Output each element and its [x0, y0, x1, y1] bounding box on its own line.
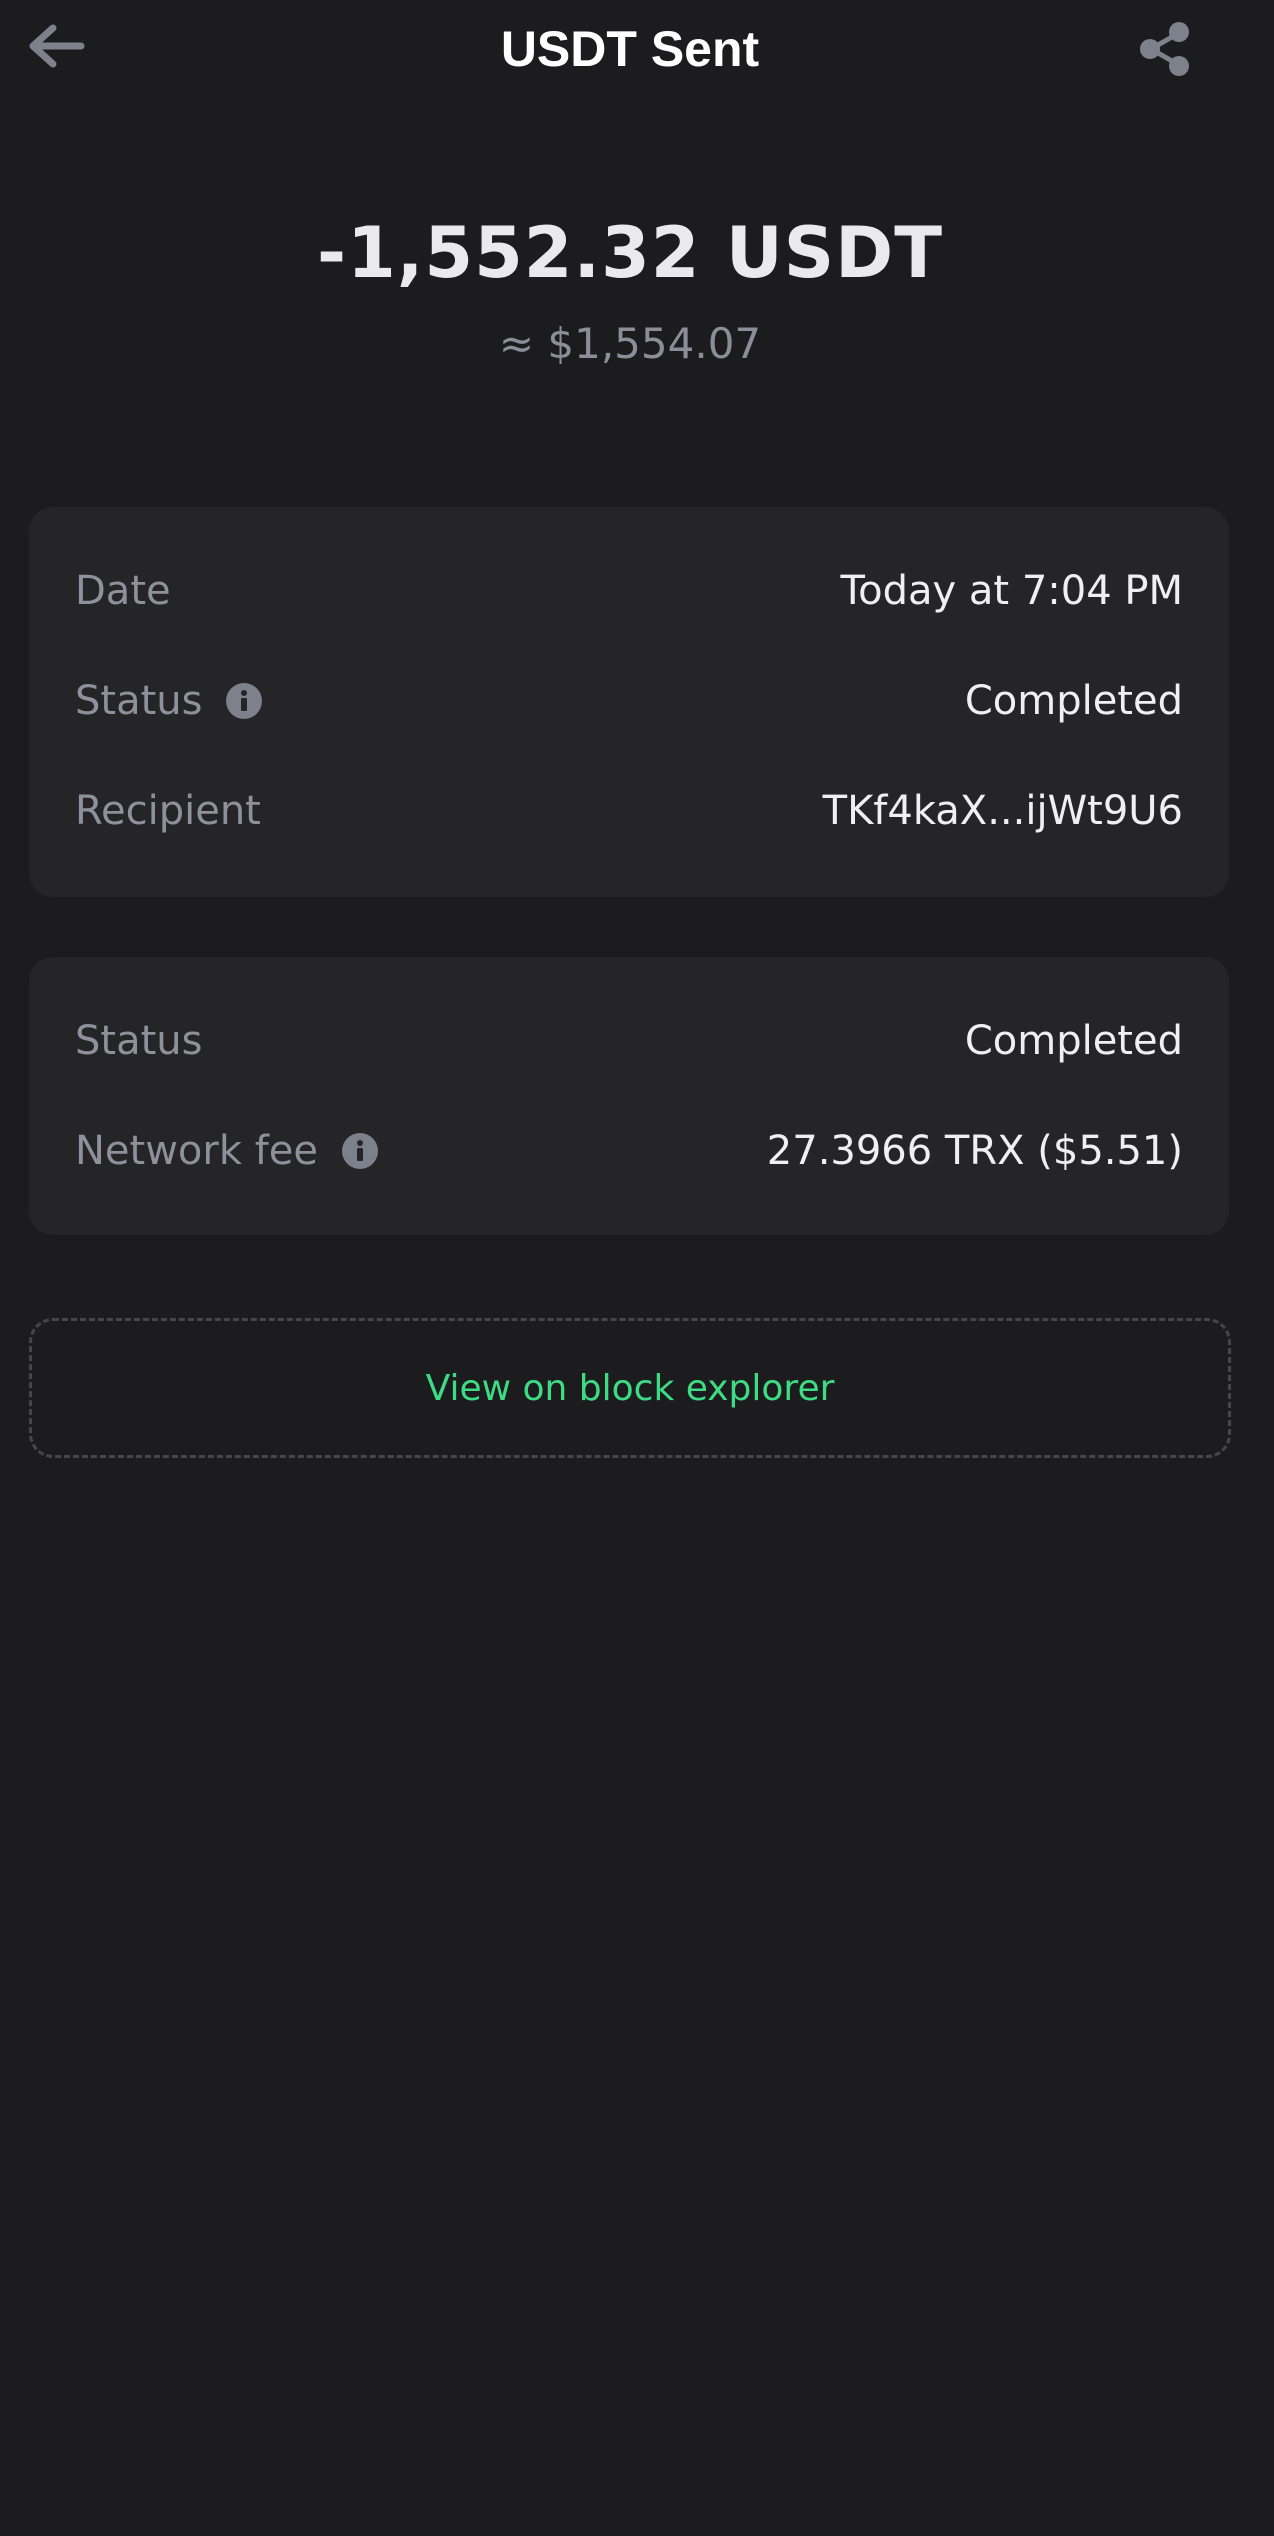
- recipient-label: Recipient: [75, 788, 261, 834]
- info-icon[interactable]: [342, 1133, 379, 1169]
- view-block-explorer-label: View on block explorer: [425, 1367, 835, 1409]
- status-label: Status: [75, 678, 203, 724]
- info-icon[interactable]: [226, 683, 263, 719]
- fiat-value: ≈ $1,554.07: [498, 319, 762, 368]
- network-status-value: Completed: [964, 1018, 1183, 1064]
- view-block-explorer-button[interactable]: View on block explorer: [29, 1318, 1231, 1458]
- app-header: USDT Sent: [0, 0, 1274, 100]
- page-title: USDT Sent: [500, 21, 760, 77]
- status-value: Completed: [964, 678, 1183, 724]
- recipient-row: Recipient TKf4kaX...ijWt9U6: [75, 775, 1183, 847]
- date-value: Today at 7:04 PM: [840, 568, 1183, 614]
- network-fee-label: Network fee: [75, 1128, 319, 1174]
- date-label: Date: [75, 568, 171, 614]
- date-row: Date Today at 7:04 PM: [75, 555, 1183, 627]
- share-button[interactable]: [1130, 16, 1200, 82]
- network-fee-value: 27.3966 TRX ($5.51): [766, 1128, 1183, 1174]
- transaction-amount: -1,552.32 USDT: [317, 212, 943, 294]
- network-status-label: Status: [75, 1018, 203, 1064]
- network-card: Status Completed Network fee 27.3966 TRX…: [29, 957, 1229, 1235]
- details-card: Date Today at 7:04 PM Status Completed R…: [29, 507, 1229, 897]
- share-icon: [1140, 22, 1189, 76]
- status-row: Status Completed: [75, 665, 1183, 737]
- network-status-row: Status Completed: [75, 1005, 1183, 1077]
- network-fee-row: Network fee 27.3966 TRX ($5.51): [75, 1115, 1183, 1187]
- recipient-address[interactable]: TKf4kaX...ijWt9U6: [823, 788, 1183, 834]
